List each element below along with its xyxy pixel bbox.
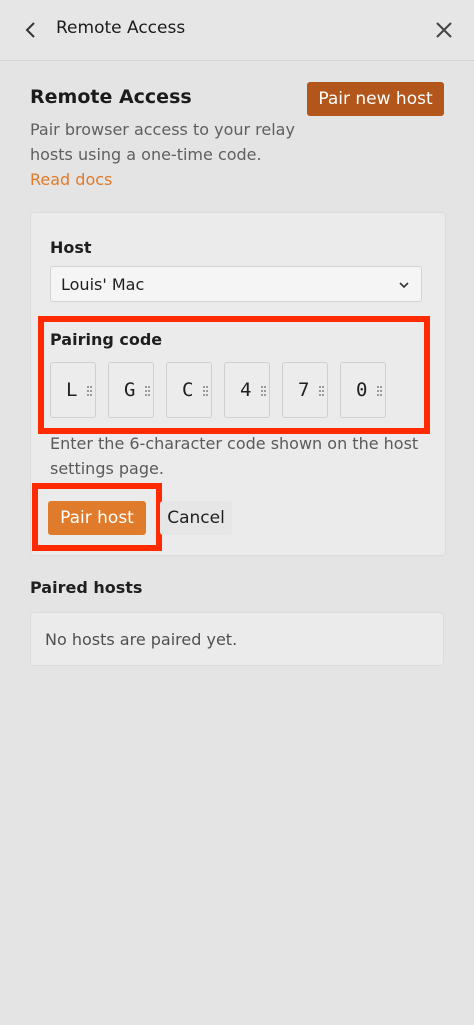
host-select-value: Louis' Mac [61, 275, 145, 294]
highlight-box [32, 483, 162, 551]
description-text: Pair browser access to your relay hosts … [30, 120, 295, 164]
description: Pair browser access to your relay hosts … [30, 117, 300, 192]
pairing-hint: Enter the 6-character code shown on the … [50, 434, 419, 478]
pair-new-host-button[interactable]: Pair new host [307, 82, 444, 116]
page-title: Remote Access [30, 86, 192, 108]
paired-hosts-list: No hosts are paired yet. [30, 612, 444, 666]
host-select[interactable]: Louis' Mac [50, 266, 422, 302]
cancel-button[interactable]: Cancel [160, 501, 232, 535]
highlight-box [38, 316, 430, 434]
chevron-left-icon[interactable] [20, 19, 42, 41]
read-docs-link[interactable]: Read docs [30, 170, 112, 189]
chevron-down-icon [399, 282, 409, 289]
close-icon[interactable] [433, 19, 455, 41]
top-bar: Remote Access [0, 0, 474, 61]
empty-state-text: No hosts are paired yet. [45, 630, 238, 649]
panel-title: Remote Access [56, 18, 186, 38]
paired-hosts-heading: Paired hosts [30, 578, 143, 597]
host-label: Host [50, 238, 92, 257]
